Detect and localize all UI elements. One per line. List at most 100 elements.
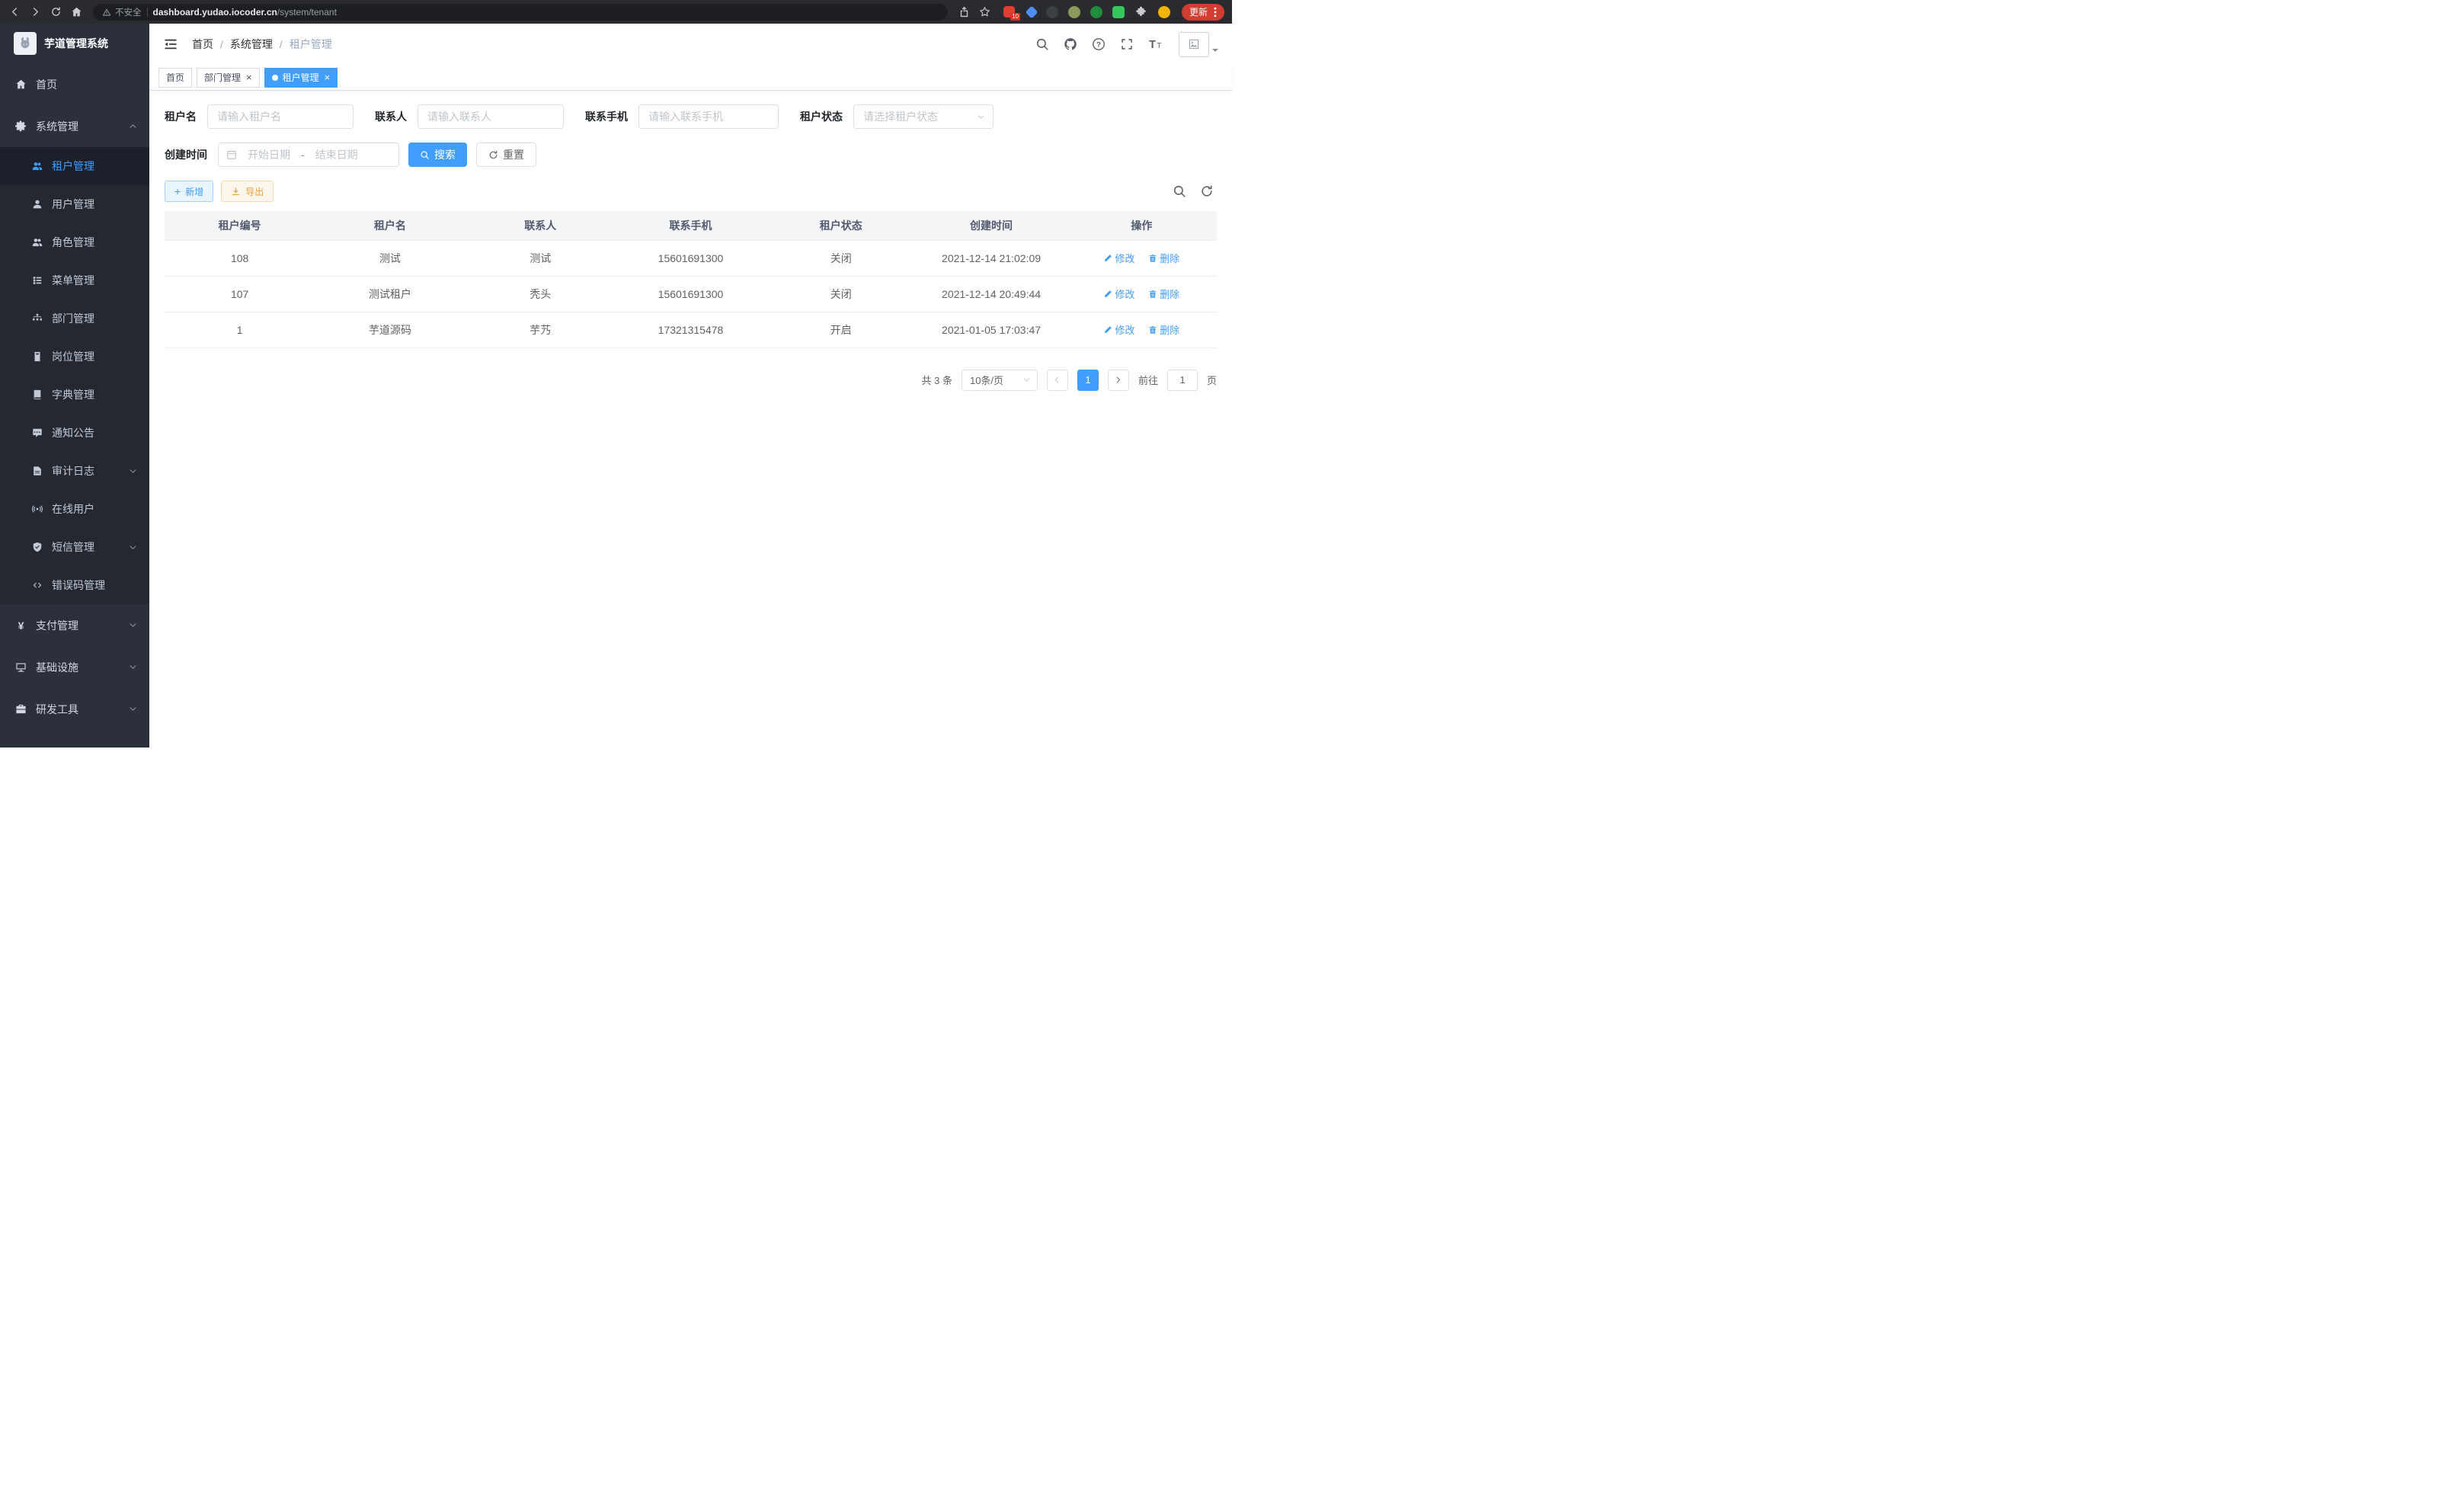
page-size-select[interactable]: 10条/页 xyxy=(962,370,1038,391)
tag-tenant[interactable]: 租户管理 × xyxy=(264,68,338,88)
cell-contact: 芋艿 xyxy=(466,312,616,347)
sidebar-item-devtools[interactable]: 研发工具 xyxy=(0,688,149,730)
delete-link[interactable]: 删除 xyxy=(1148,322,1179,337)
user-icon xyxy=(32,199,43,210)
sidebar-item-online[interactable]: 在线用户 xyxy=(0,490,149,528)
user-avatar-menu[interactable] xyxy=(1179,32,1218,57)
sidebar-item-tenant[interactable]: 租户管理 xyxy=(0,147,149,185)
sidebar-item-menu[interactable]: 菜单管理 xyxy=(0,261,149,299)
share-icon[interactable] xyxy=(958,5,971,19)
back-icon[interactable] xyxy=(8,5,21,19)
sidebar-item-role[interactable]: 角色管理 xyxy=(0,223,149,261)
filter-create-time: 创建时间 - xyxy=(165,142,399,167)
dict-icon xyxy=(32,389,43,400)
chevron-down-icon xyxy=(977,113,985,121)
filter-status: 租户状态 请选择租户状态 xyxy=(800,104,994,129)
breadcrumb-item[interactable]: 系统管理 xyxy=(230,37,273,52)
sidebar-item-post[interactable]: 岗位管理 xyxy=(0,338,149,376)
online-icon xyxy=(32,504,43,514)
bookmark-star-icon[interactable] xyxy=(978,5,992,19)
sidebar-item-dept[interactable]: 部门管理 xyxy=(0,299,149,338)
sidebar-item-label: 系统管理 xyxy=(36,119,78,134)
sidebar-item-user[interactable]: 用户管理 xyxy=(0,185,149,223)
edit-link[interactable]: 修改 xyxy=(1103,251,1134,265)
address-bar[interactable]: 不安全 dashboard.yudao.iocoder.cn/system/te… xyxy=(93,4,948,21)
sidebar-item-label: 字典管理 xyxy=(52,387,94,402)
extension-icon-green[interactable] xyxy=(1090,6,1102,18)
puzzle-extensions-icon[interactable] xyxy=(1134,5,1148,19)
refresh-table-icon[interactable] xyxy=(1200,184,1214,198)
cell-mobile: 17321315478 xyxy=(616,312,766,347)
extension-icon-red[interactable]: 10 xyxy=(1003,6,1017,18)
page-number-1[interactable]: 1 xyxy=(1077,370,1099,391)
sidebar-fold-icon[interactable] xyxy=(163,37,178,52)
column-header: 操作 xyxy=(1067,211,1217,240)
sidebar-item-notice[interactable]: 通知公告 xyxy=(0,414,149,452)
sidebar-item-label: 研发工具 xyxy=(36,702,78,717)
prev-page-button[interactable] xyxy=(1047,370,1068,391)
chevron-right-icon xyxy=(1114,376,1122,384)
sidebar-item-payment[interactable]: ¥ 支付管理 xyxy=(0,604,149,646)
sidebar-item-system[interactable]: 系统管理 xyxy=(0,105,149,147)
fullscreen-icon[interactable] xyxy=(1119,37,1134,52)
tag-dept[interactable]: 部门管理 × xyxy=(197,68,260,88)
export-button[interactable]: 导出 xyxy=(221,181,274,202)
contact-mobile-input[interactable] xyxy=(638,104,779,129)
extension-icon-dark[interactable] xyxy=(1046,6,1058,18)
forward-icon[interactable] xyxy=(28,5,42,19)
contact-name-input[interactable] xyxy=(418,104,564,129)
profile-avatar-icon[interactable] xyxy=(1158,6,1170,18)
goto-page-input[interactable] xyxy=(1167,370,1198,391)
close-icon[interactable]: × xyxy=(325,72,331,82)
cell-contact: 测试 xyxy=(466,240,616,276)
filter-label: 租户名 xyxy=(165,109,197,124)
search-icon[interactable] xyxy=(1035,37,1050,52)
start-date-input[interactable] xyxy=(240,149,298,161)
edit-link[interactable]: 修改 xyxy=(1103,287,1134,301)
next-page-button[interactable] xyxy=(1108,370,1129,391)
cell-name: 芋道源码 xyxy=(315,312,465,347)
date-range-picker[interactable]: - xyxy=(218,142,399,167)
sidebar-item-home[interactable]: 首页 xyxy=(0,63,149,105)
sidebar-item-audit[interactable]: 审计日志 xyxy=(0,452,149,490)
sidebar-item-dict[interactable]: 字典管理 xyxy=(0,376,149,414)
infra-icon xyxy=(15,661,27,673)
extension-icon-chat[interactable] xyxy=(1112,6,1125,18)
add-button[interactable]: + 新增 xyxy=(165,181,213,202)
font-size-icon[interactable]: TT xyxy=(1147,37,1163,52)
breadcrumb-item[interactable]: 首页 xyxy=(192,37,213,52)
chevron-down-icon xyxy=(129,705,137,713)
github-icon[interactable] xyxy=(1063,37,1078,52)
tag-home[interactable]: 首页 xyxy=(158,68,192,88)
update-button[interactable]: 更新 xyxy=(1182,4,1224,21)
cell-actions: 修改 删除 xyxy=(1067,240,1217,276)
delete-link[interactable]: 删除 xyxy=(1148,251,1179,265)
search-button[interactable]: 搜索 xyxy=(408,142,467,167)
header-actions: ? TT xyxy=(1035,32,1218,57)
status-select[interactable]: 请选择租户状态 xyxy=(853,104,994,129)
extension-icon-blue[interactable] xyxy=(1025,5,1038,18)
home-nav-icon[interactable] xyxy=(69,5,83,19)
help-icon[interactable]: ? xyxy=(1091,37,1106,52)
close-icon[interactable]: × xyxy=(246,72,252,82)
trash-icon xyxy=(1148,254,1157,263)
delete-link[interactable]: 删除 xyxy=(1148,287,1179,301)
extension-icon-olive[interactable] xyxy=(1068,6,1080,18)
cell-name: 测试 xyxy=(315,240,465,276)
edit-link[interactable]: 修改 xyxy=(1103,322,1134,337)
column-header: 租户状态 xyxy=(766,211,916,240)
sidebar-item-errorcode[interactable]: 错误码管理 xyxy=(0,566,149,604)
edit-pencil-icon xyxy=(1103,254,1112,263)
app-logo[interactable]: 芋道管理系统 xyxy=(0,24,149,63)
toggle-search-icon[interactable] xyxy=(1173,184,1186,198)
sidebar-item-infra[interactable]: 基础设施 xyxy=(0,646,149,688)
plus-icon: + xyxy=(174,186,181,197)
app-title: 芋道管理系统 xyxy=(44,36,108,51)
edit-pencil-icon xyxy=(1103,290,1112,299)
end-date-input[interactable] xyxy=(308,149,366,161)
reset-button[interactable]: 重置 xyxy=(476,142,536,167)
sidebar-item-sms[interactable]: 短信管理 xyxy=(0,528,149,566)
tenant-name-input[interactable] xyxy=(207,104,354,129)
filter-row-1: 租户名 联系人 联系手机 租户状态 请选择租户状态 xyxy=(165,104,1217,129)
reload-icon[interactable] xyxy=(49,5,62,19)
